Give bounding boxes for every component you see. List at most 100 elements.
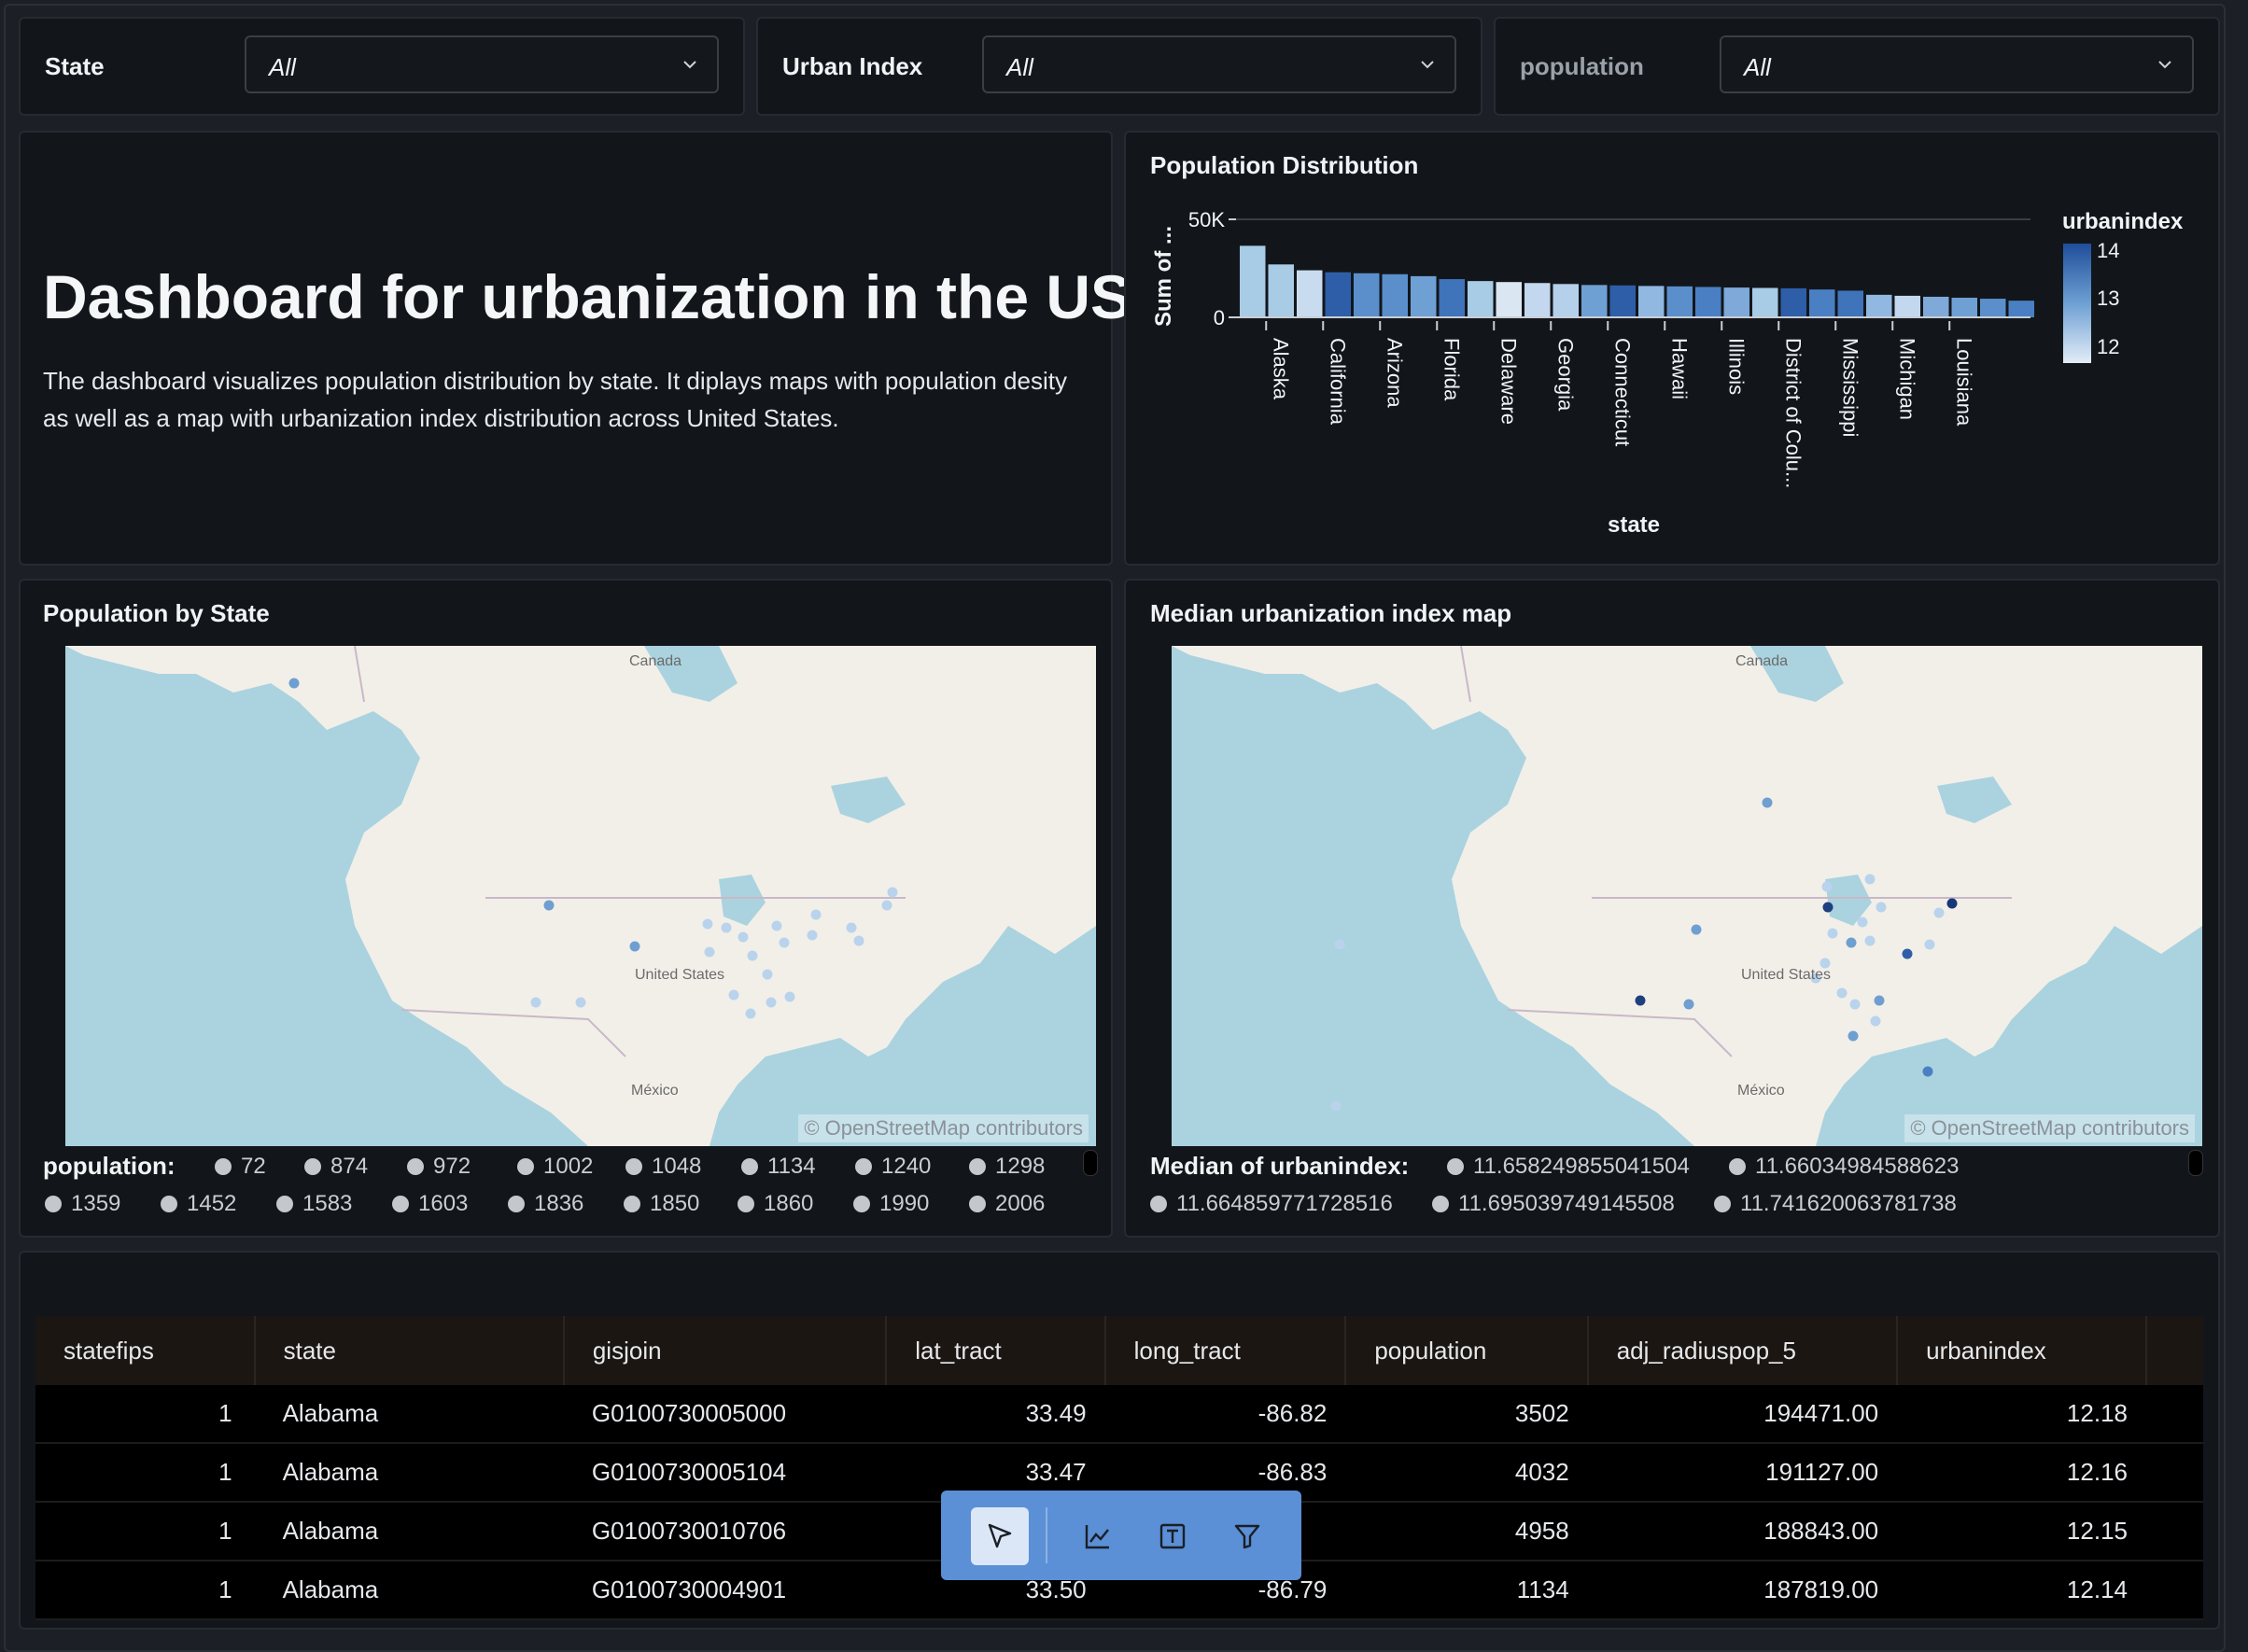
legend-item[interactable]: 1850 [624, 1191, 699, 1217]
bar[interactable] [1553, 284, 1580, 317]
map-marker[interactable] [1870, 1015, 1881, 1027]
map-marker[interactable] [1821, 881, 1833, 892]
bar[interactable] [2008, 301, 2035, 317]
bar[interactable] [1951, 298, 1978, 317]
map-marker[interactable] [745, 1008, 756, 1019]
pointer-tool-button[interactable] [971, 1507, 1029, 1565]
population-map[interactable]: Canada United States México © OpenStreet… [65, 646, 1096, 1146]
legend-item[interactable]: 1452 [161, 1191, 236, 1217]
legend-item[interactable]: 72 [215, 1154, 266, 1180]
legend-item[interactable]: 1583 [276, 1191, 352, 1217]
map-marker[interactable] [575, 997, 586, 1008]
bar[interactable] [1382, 273, 1409, 317]
column-header[interactable]: population [1345, 1316, 1589, 1385]
bar[interactable] [1894, 295, 1921, 317]
map-marker[interactable] [702, 918, 713, 930]
legend-item[interactable]: 1298 [969, 1154, 1045, 1180]
legend-item[interactable]: 11.664859771728516 [1150, 1191, 1393, 1217]
map-marker[interactable] [747, 950, 758, 961]
bar[interactable] [1468, 281, 1494, 317]
legend-item[interactable]: 1134 [741, 1154, 816, 1180]
bar[interactable] [1411, 275, 1437, 317]
column-header[interactable]: urbanindex [1897, 1316, 2147, 1385]
column-header[interactable]: long_tract [1104, 1316, 1347, 1385]
legend-item[interactable]: 1860 [738, 1191, 813, 1217]
map-marker[interactable] [1876, 902, 1887, 913]
bar[interactable] [1439, 279, 1466, 317]
bar[interactable] [1581, 285, 1608, 317]
bar[interactable] [1723, 287, 1750, 317]
urbanization-map[interactable]: Canada United States México © OpenStreet… [1172, 646, 2202, 1146]
map-attribution[interactable]: © OpenStreetMap contributors [1904, 1114, 2195, 1142]
bar[interactable] [1837, 290, 1864, 317]
bar[interactable] [1780, 287, 1807, 317]
map-marker[interactable] [1924, 939, 1935, 950]
map-marker[interactable] [1849, 999, 1861, 1010]
map-marker[interactable] [807, 930, 818, 941]
map-marker[interactable] [1334, 939, 1345, 950]
map-marker[interactable] [1933, 907, 1945, 918]
bar[interactable] [1524, 283, 1551, 317]
map-marker[interactable] [1827, 928, 1838, 939]
legend-item[interactable]: 972 [407, 1154, 471, 1180]
map-marker[interactable] [704, 946, 715, 958]
map-marker[interactable] [810, 909, 822, 920]
bar[interactable] [1325, 272, 1352, 317]
legend-item[interactable]: 1836 [508, 1191, 583, 1217]
legend-item[interactable]: 874 [304, 1154, 368, 1180]
filter-tool-button[interactable] [1218, 1507, 1276, 1565]
map-marker[interactable] [1946, 898, 1958, 909]
column-header[interactable]: gisjoin [563, 1316, 888, 1385]
map-marker[interactable] [721, 922, 732, 933]
bar[interactable] [1923, 296, 1949, 317]
legend-scrollbar[interactable] [2188, 1150, 2203, 1176]
state-select[interactable]: All [245, 35, 719, 93]
map-marker[interactable] [1864, 874, 1876, 885]
legend-item[interactable]: 2006 [969, 1191, 1045, 1217]
population-select[interactable]: All [1720, 35, 2194, 93]
map-marker[interactable] [1846, 937, 1857, 948]
map-marker[interactable] [1822, 902, 1834, 913]
column-header[interactable]: lat_tract [886, 1316, 1106, 1385]
map-marker[interactable] [530, 997, 541, 1008]
map-marker[interactable] [1922, 1066, 1933, 1077]
map-marker[interactable] [779, 937, 790, 948]
map-marker[interactable] [629, 941, 640, 952]
legend-item[interactable]: 1603 [392, 1191, 468, 1217]
map-marker[interactable] [762, 969, 773, 980]
map-marker[interactable] [728, 989, 739, 1001]
map-marker[interactable] [1762, 797, 1773, 808]
bar[interactable] [1809, 289, 1835, 317]
bar[interactable] [1496, 282, 1523, 317]
bar[interactable] [1354, 273, 1380, 317]
bar[interactable] [1240, 245, 1266, 317]
bar[interactable] [1297, 270, 1323, 317]
text-tool-button[interactable] [1144, 1507, 1201, 1565]
column-header[interactable]: adj_radiuspop_5 [1587, 1316, 1899, 1385]
bar[interactable] [1695, 287, 1721, 317]
bar[interactable] [1638, 286, 1665, 317]
map-marker[interactable] [1683, 999, 1694, 1010]
map-marker[interactable] [738, 931, 749, 943]
column-header[interactable]: state [254, 1316, 565, 1385]
bar[interactable] [1980, 299, 2006, 317]
map-marker[interactable] [1848, 1030, 1859, 1042]
map-marker[interactable] [1864, 935, 1876, 946]
chart-tool-button[interactable] [1069, 1507, 1127, 1565]
column-header[interactable]: statefips [35, 1316, 256, 1385]
map-marker[interactable] [1330, 1100, 1342, 1112]
bar[interactable] [1866, 294, 1892, 317]
legend-item[interactable]: 11.658249855041504 [1447, 1154, 1690, 1180]
legend-item[interactable]: 11.66034984588623 [1729, 1154, 1959, 1180]
map-marker[interactable] [881, 900, 892, 911]
map-marker[interactable] [1902, 948, 1913, 959]
map-marker[interactable] [771, 920, 782, 931]
map-marker[interactable] [543, 900, 555, 911]
legend-item[interactable]: 1048 [625, 1154, 701, 1180]
bar[interactable] [1752, 287, 1778, 318]
urban-index-select[interactable]: All [982, 35, 1456, 93]
map-marker[interactable] [887, 887, 898, 898]
map-marker[interactable] [784, 991, 795, 1002]
legend-item[interactable]: 11.741620063781738 [1714, 1191, 1957, 1217]
map-marker[interactable] [1635, 995, 1646, 1006]
